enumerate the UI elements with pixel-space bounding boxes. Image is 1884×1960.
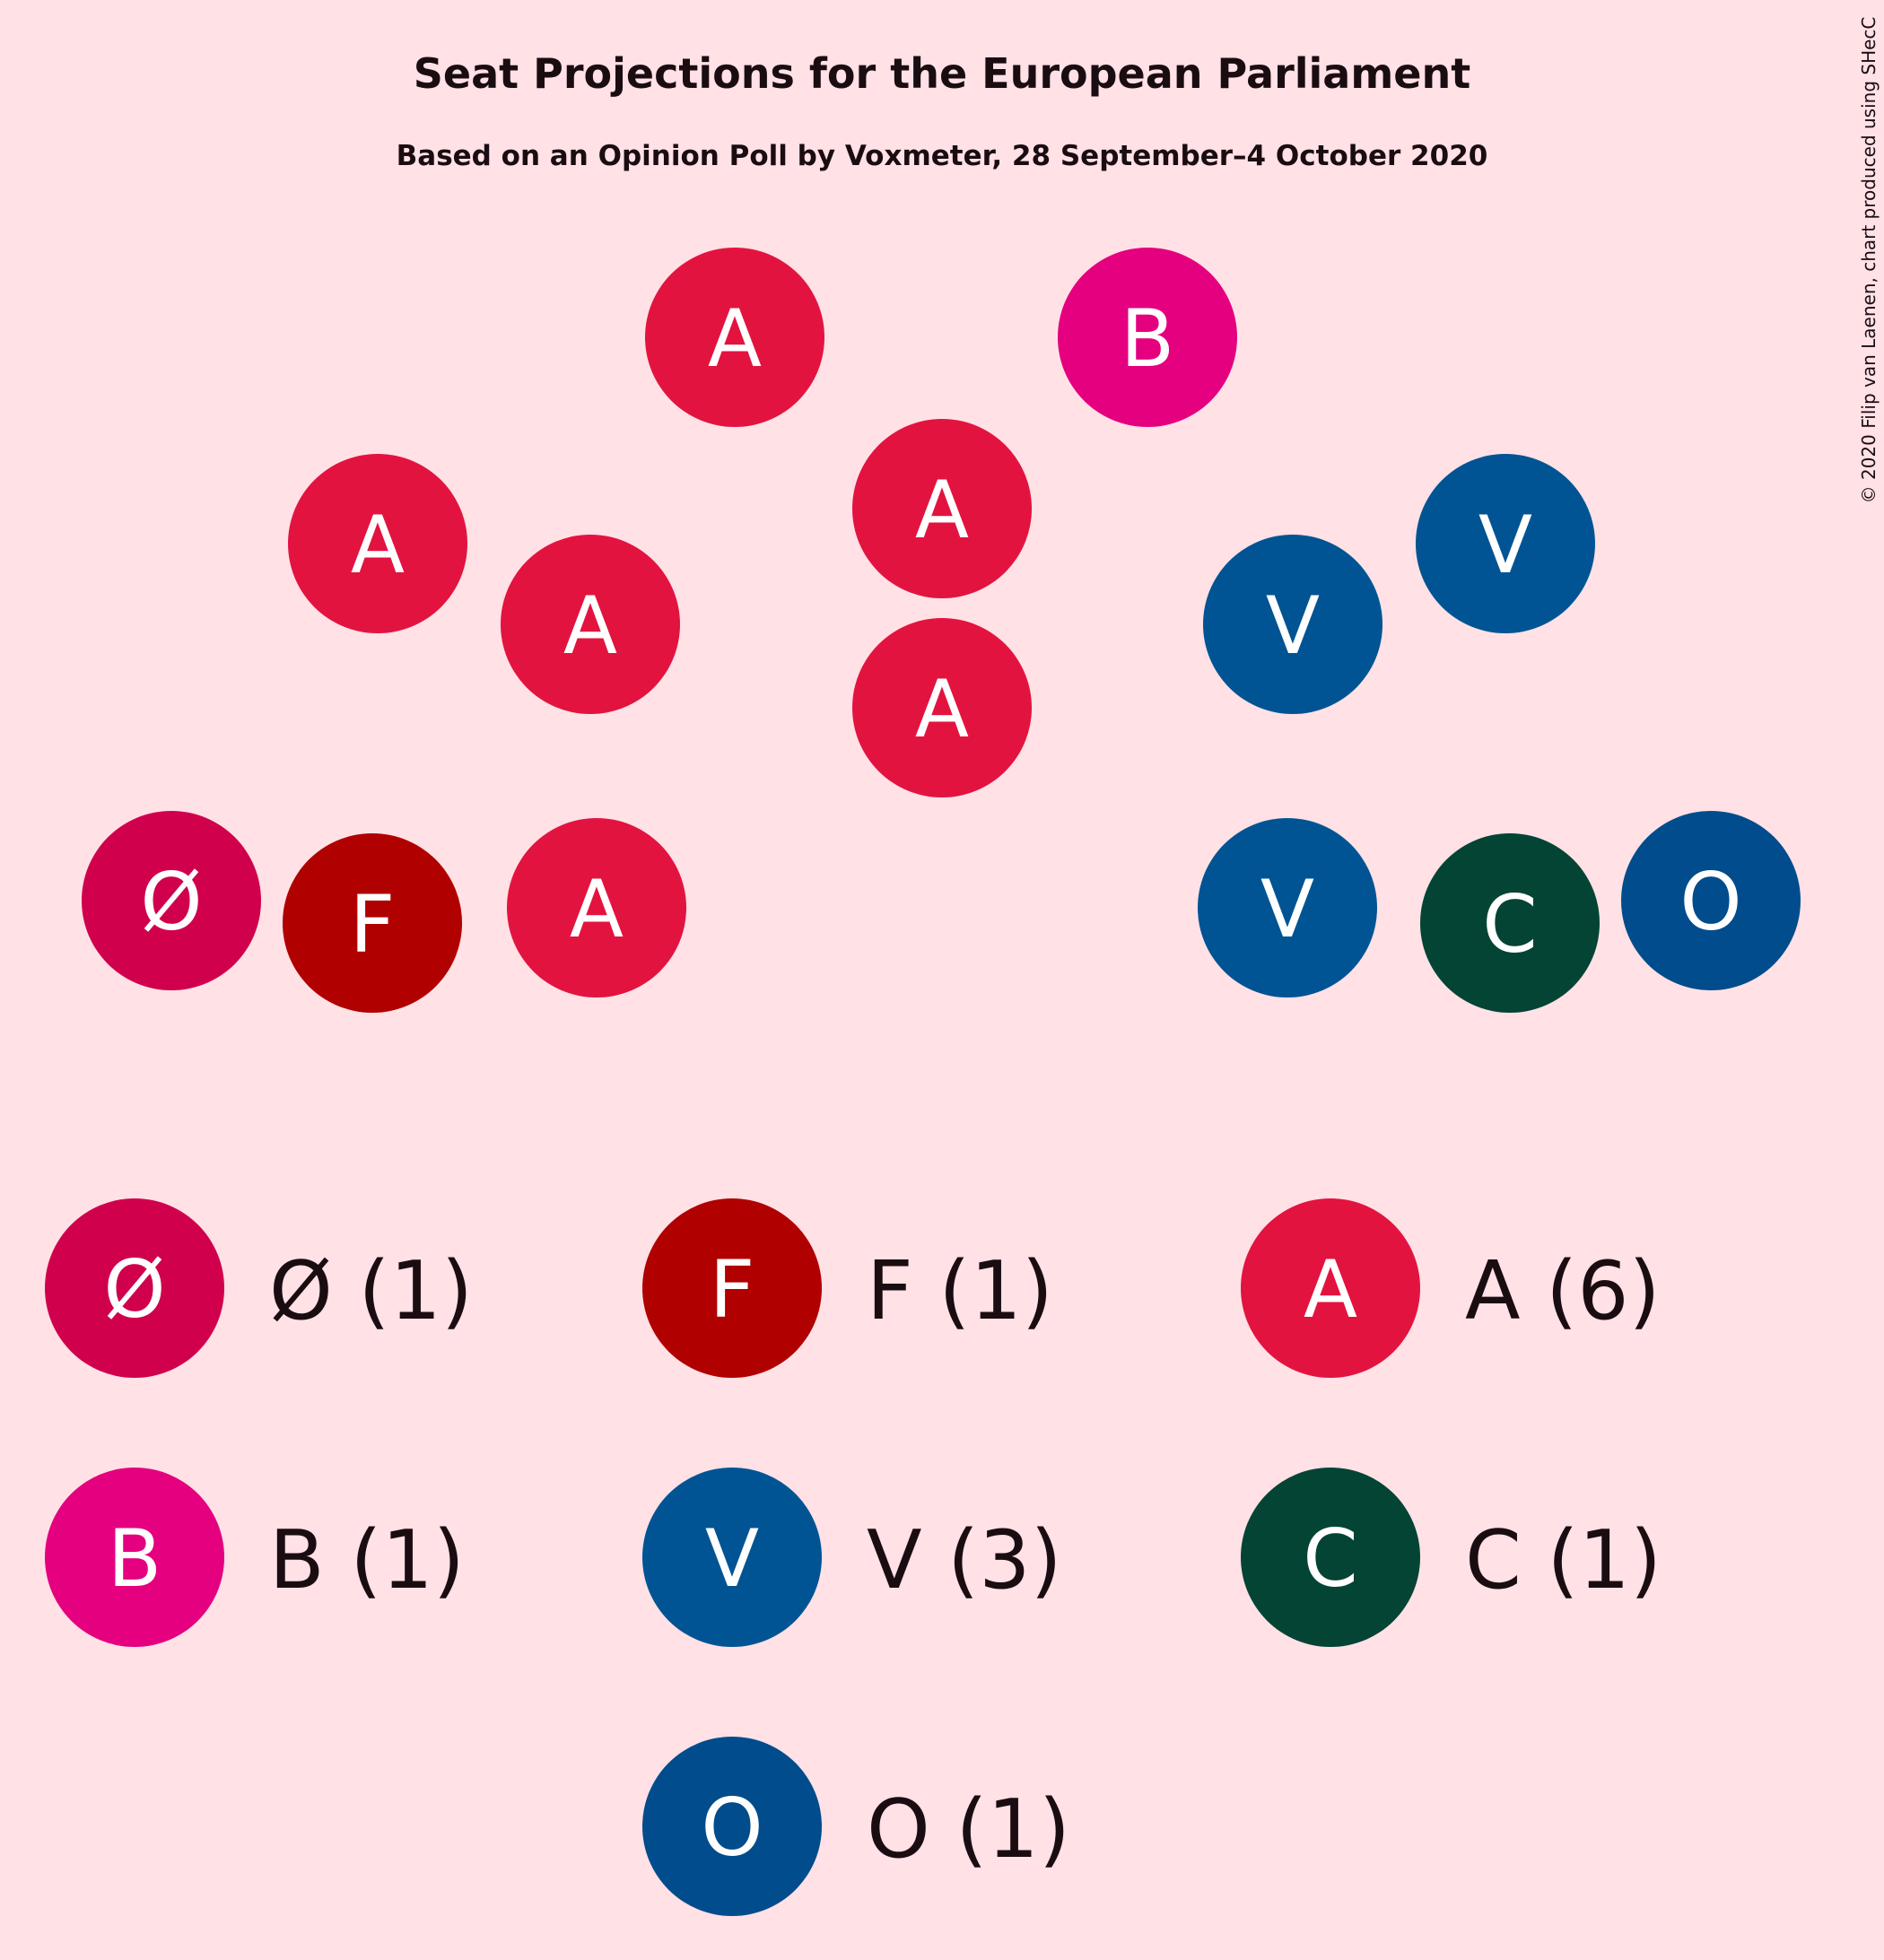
legend-swatch-label: O [701, 1781, 763, 1874]
seat-projection-chart: Seat Projections for the European Parlia… [45, 17, 1880, 1916]
legend-entry-label: B (1) [269, 1513, 465, 1607]
seat-label: V [1260, 863, 1314, 955]
seat-label: A [563, 579, 617, 672]
legend-swatch-label: F [710, 1243, 755, 1336]
seat-label: A [915, 663, 969, 755]
seat-label: A [708, 292, 762, 385]
seat-label: O [1679, 856, 1741, 948]
seat-label: A [570, 863, 624, 955]
chart-subtitle: Based on an Opinion Poll by Voxmeter, 28… [397, 140, 1488, 172]
legend-entry-label: F (1) [867, 1244, 1053, 1338]
seat-label: B [1121, 292, 1174, 385]
chart-title: Seat Projections for the European Parlia… [414, 49, 1470, 98]
legend-swatch-label: B [108, 1512, 161, 1605]
seat-label: A [915, 464, 969, 556]
legend-swatch-label: Ø [103, 1243, 165, 1336]
legend-entry-label: V (3) [867, 1513, 1062, 1607]
legend-entry-label: A (6) [1465, 1244, 1661, 1338]
seat-label: V [1266, 579, 1320, 672]
seat-label: V [1478, 499, 1532, 591]
copyright-notice: © 2020 Filip van Laenen, chart produced … [1858, 17, 1880, 504]
legend-entry-label: C (1) [1465, 1513, 1662, 1607]
legend: Ø Ø (1) F F (1) A A (6) B B (1) V V (3) C C (1) O O (… [45, 1198, 1662, 1916]
legend-swatch-label: V [705, 1512, 759, 1605]
seat-label: A [351, 499, 405, 591]
legend-swatch-label: C [1303, 1512, 1357, 1605]
legend-entry-label: O (1) [867, 1782, 1070, 1877]
seat-label: C [1482, 878, 1537, 971]
legend-entry-label: Ø (1) [269, 1244, 473, 1338]
legend-swatch-label: A [1304, 1243, 1357, 1336]
seat-group: A B A A A V A V Ø F A V C O [82, 248, 1801, 1013]
seat-label: Ø [140, 856, 202, 948]
seat-label: F [350, 878, 396, 971]
